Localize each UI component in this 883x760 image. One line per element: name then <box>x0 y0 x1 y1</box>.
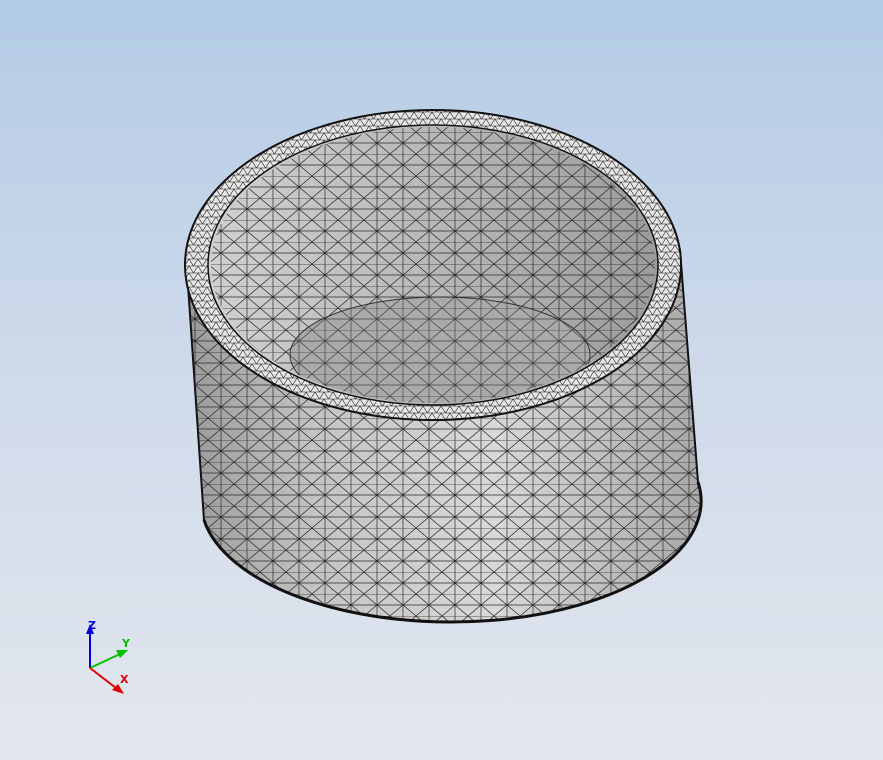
axis-triad: Z Y X <box>70 612 150 702</box>
y-axis-label: Y <box>122 637 130 650</box>
y-axis-line <box>89 653 121 669</box>
x-axis-line <box>89 667 117 689</box>
z-axis-label: Z <box>88 619 96 632</box>
x-axis-label: X <box>120 673 129 686</box>
graphics-viewport[interactable]: Z Y X <box>0 0 883 760</box>
